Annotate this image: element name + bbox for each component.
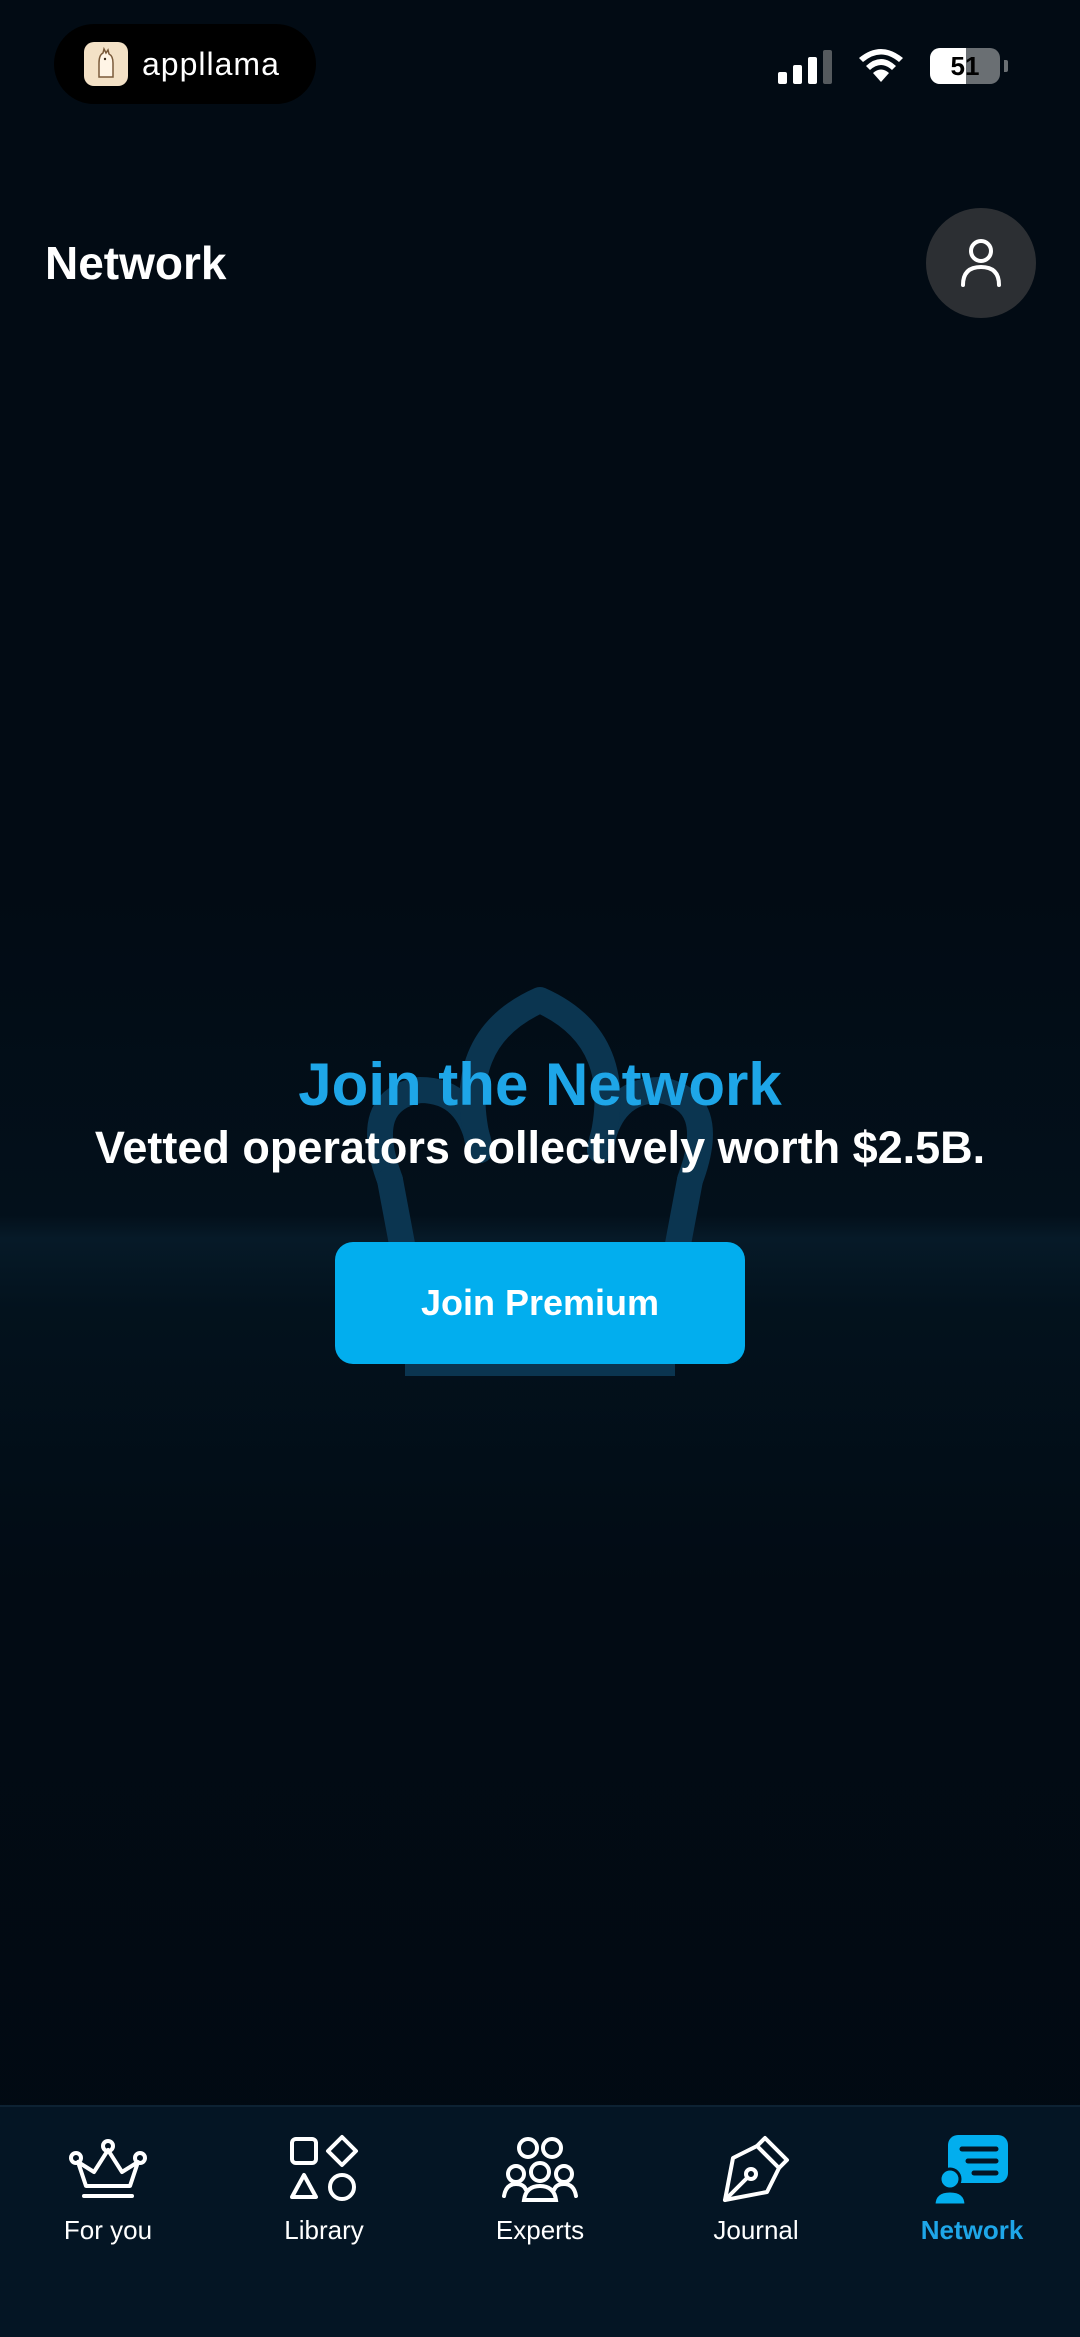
hero-subtitle: Vetted operators collectively worth $2.5… (94, 1122, 986, 1173)
tab-label: Library (284, 2215, 364, 2245)
pen-nib-icon (723, 2136, 789, 2202)
app-name: appllama (142, 45, 280, 82)
battery-icon: 51 (930, 48, 1000, 84)
tab-label: For you (63, 2215, 153, 2245)
crown-icon (69, 2139, 147, 2198)
profile-button[interactable] (926, 208, 1036, 318)
chat-person-icon (934, 2135, 1008, 2205)
recording-indicator: appllama (54, 24, 316, 104)
user-icon (961, 239, 1001, 287)
tab-network[interactable]: Network (864, 2129, 1080, 2259)
screen: appllama 51 Network Join the Network Vet… (0, 0, 1080, 2337)
tab-bar: For you Library Experts Journal Network (0, 2105, 1080, 2337)
llama-icon (84, 42, 128, 86)
page-title: Network (45, 237, 227, 289)
status-icons: 51 (778, 48, 1008, 84)
tab-library[interactable]: Library (216, 2129, 432, 2259)
hero-title: Join the Network (298, 1051, 782, 1118)
join-premium-button[interactable]: Join Premium (335, 1242, 745, 1364)
shapes-icon (290, 2135, 358, 2201)
tab-label: Experts (495, 2215, 585, 2245)
tab-journal[interactable]: Journal (648, 2129, 864, 2259)
tab-experts[interactable]: Experts (432, 2129, 648, 2259)
wifi-icon (859, 49, 903, 82)
tab-label: Journal (713, 2215, 799, 2245)
tab-label: Network (920, 2215, 1024, 2245)
people-icon (502, 2137, 578, 2202)
battery-percentage: 51 (950, 50, 980, 81)
cellular-signal-icon (778, 48, 832, 84)
battery-tip (1004, 60, 1008, 72)
tab-for-you[interactable]: For you (0, 2129, 216, 2259)
